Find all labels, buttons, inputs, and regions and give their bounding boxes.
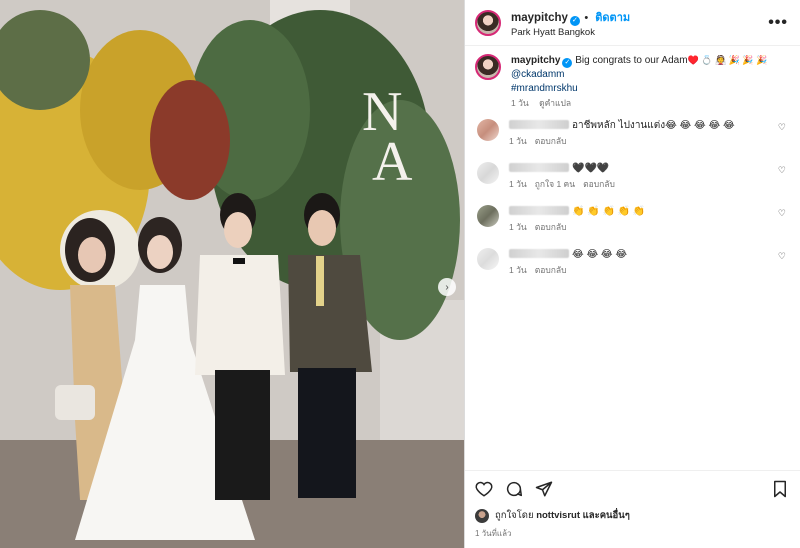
heart-icon[interactable] [475, 480, 493, 498]
comment-time: 1 วัน [509, 178, 527, 189]
commenter-username[interactable] [509, 163, 569, 173]
verified-icon: ✓ [569, 15, 580, 26]
reply-button[interactable]: ตอบกลับ [583, 179, 615, 189]
next-photo-button[interactable]: › [438, 278, 456, 296]
heart-icon[interactable]: ♡ [778, 165, 786, 176]
comment-item: 👏 👏 👏 👏 👏 1 วัน ตอบกลับ ♡ [475, 205, 788, 233]
comment-text: อาชีพหลัก ไปงานแต่ง😂 😂 😂 😂 😂 [572, 120, 735, 132]
commenter-username[interactable] [509, 120, 569, 130]
post-panel: maypitchy ✓ • ติดตาม Park Hyatt Bangkok •… [464, 0, 800, 548]
commenter-avatar[interactable] [477, 119, 499, 142]
caption-time: 1 วัน [511, 98, 529, 108]
chevron-right-icon: › [445, 281, 449, 293]
mention-link[interactable]: @ckadamm [511, 68, 767, 82]
commenter-avatar[interactable] [477, 162, 499, 185]
commenter-username[interactable] [509, 206, 569, 216]
caption-avatar[interactable] [475, 54, 501, 80]
action-bar [465, 470, 800, 506]
comments-list[interactable]: maypitchy ✓ Big congrats to our Adam♥️ 💍 … [465, 46, 800, 470]
likes-suffix[interactable]: และคนอื่นๆ [583, 508, 630, 523]
author-username[interactable]: maypitchy [511, 12, 568, 24]
share-icon[interactable] [535, 480, 553, 498]
post-header: maypitchy ✓ • ติดตาม Park Hyatt Bangkok •… [465, 0, 800, 46]
comment-time: 1 วัน [509, 221, 527, 232]
commenter-avatar[interactable] [477, 205, 499, 228]
comment-text: 👏 👏 👏 👏 👏 [572, 206, 646, 218]
heart-icon[interactable]: ♡ [778, 251, 786, 262]
commenter-avatar[interactable] [477, 248, 499, 271]
bookmark-icon[interactable] [772, 480, 788, 498]
post-photo[interactable]: N A › [0, 0, 464, 548]
comment-text: 🖤🖤🖤 [572, 163, 610, 175]
wedding-photo: N A [0, 0, 464, 548]
comment-icon[interactable] [505, 480, 523, 498]
likes-prefix: ถูกใจโดย [495, 510, 534, 521]
caption-username[interactable]: maypitchy [511, 55, 560, 66]
comment-item: 🖤🖤🖤 1 วัน ถูกใจ 1 คน ตอบกลับ ♡ [475, 162, 788, 190]
avatar[interactable] [475, 9, 501, 36]
likes-summary[interactable]: ถูกใจโดย nottvisrut และคนอื่นๆ [465, 506, 800, 523]
post-timestamp: 1 วันที่แล้ว [475, 529, 512, 538]
caption: maypitchy ✓ Big congrats to our Adam♥️ 💍 … [475, 54, 788, 109]
hashtag-link[interactable]: #mrandmrskhu [511, 82, 767, 96]
follow-button[interactable]: ติดตาม [595, 12, 630, 24]
monogram-a: A [372, 131, 413, 193]
comment-item: 😂 😂 😂 😂 1 วัน ตอบกลับ ♡ [475, 248, 788, 276]
verified-icon: ✓ [562, 58, 573, 68]
caption-text: Big congrats to our Adam [575, 55, 688, 66]
translate-button[interactable]: ดูคำแปล [539, 98, 571, 108]
location-link[interactable]: Park Hyatt Bangkok [511, 27, 768, 39]
comment-time: 1 วัน [509, 264, 527, 275]
reply-button[interactable]: ตอบกลับ [535, 265, 567, 275]
reply-button[interactable]: ตอบกลับ [535, 222, 567, 232]
commenter-username[interactable] [509, 249, 569, 259]
caption-emoji: ♥️ 💍 👰 🎉 🎉 🎉 [687, 55, 768, 65]
comment-likes[interactable]: ถูกใจ 1 คน [535, 179, 575, 189]
heart-icon[interactable]: ♡ [778, 208, 786, 219]
comment-time: 1 วัน [509, 135, 527, 146]
reply-button[interactable]: ตอบกลับ [535, 136, 567, 146]
liker-avatar [475, 508, 489, 523]
heart-icon[interactable]: ♡ [778, 122, 786, 133]
more-icon[interactable]: ••• [768, 14, 788, 32]
liker-username[interactable]: nottvisrut [536, 510, 580, 521]
comment-text: 😂 😂 😂 😂 [572, 249, 628, 261]
comment-item: อาชีพหลัก ไปงานแต่ง😂 😂 😂 😂 😂 1 วัน ตอบกลั… [475, 119, 788, 147]
